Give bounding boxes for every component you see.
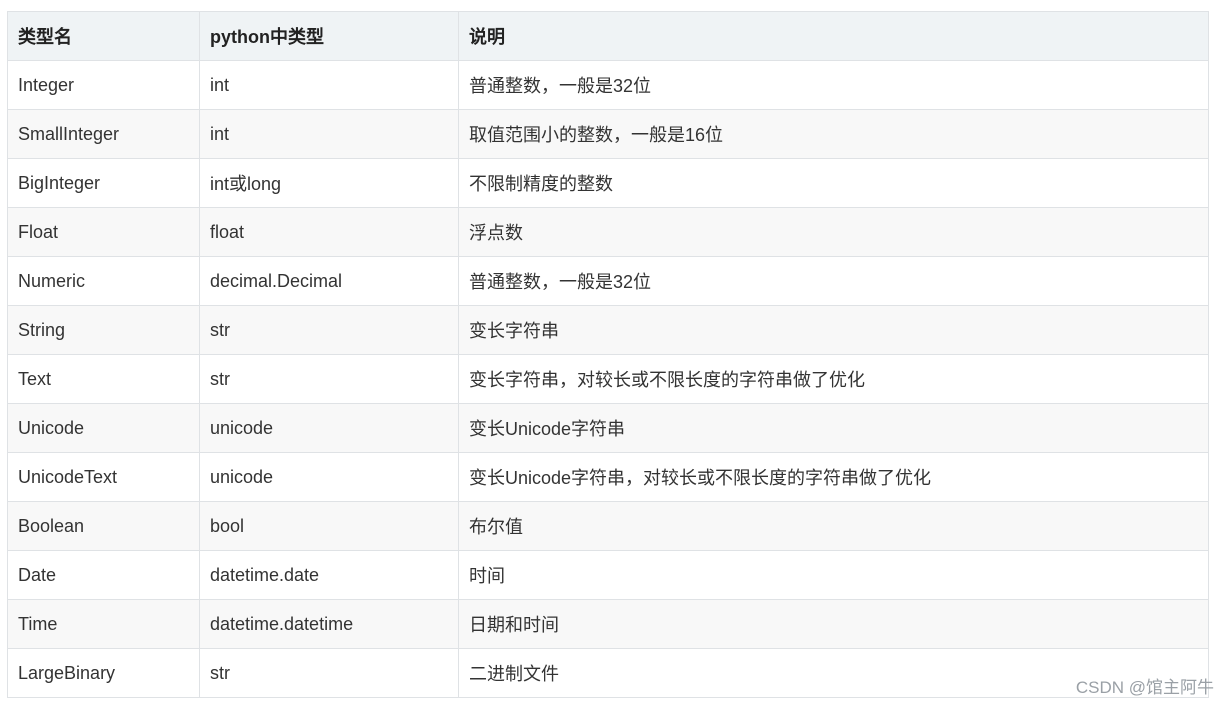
cell-python-type: float (199, 207, 459, 257)
cell-type-name: Boolean (7, 501, 200, 551)
cell-description: 布尔值 (458, 501, 1209, 551)
cell-type-name: Text (7, 354, 200, 404)
type-table-container: 类型名 python中类型 说明 Integer int 普通整数，一般是32位… (7, 11, 1209, 698)
header-description: 说明 (458, 11, 1209, 61)
header-row: 类型名 python中类型 说明 (7, 11, 1209, 61)
cell-type-name: Float (7, 207, 200, 257)
type-table: 类型名 python中类型 说明 Integer int 普通整数，一般是32位… (7, 11, 1209, 698)
cell-python-type: datetime.date (199, 550, 459, 600)
cell-python-type: unicode (199, 452, 459, 502)
cell-description: 变长字符串 (458, 305, 1209, 355)
cell-type-name: LargeBinary (7, 648, 200, 698)
cell-python-type: int或long (199, 158, 459, 208)
cell-python-type: datetime.datetime (199, 599, 459, 649)
header-python-type: python中类型 (199, 11, 459, 61)
table-row: SmallInteger int 取值范围小的整数，一般是16位 (7, 109, 1209, 159)
table-row: Time datetime.datetime 日期和时间 (7, 599, 1209, 649)
cell-python-type: str (199, 354, 459, 404)
cell-python-type: unicode (199, 403, 459, 453)
cell-description: 普通整数，一般是32位 (458, 256, 1209, 306)
table-row: String str 变长字符串 (7, 305, 1209, 355)
cell-type-name: Numeric (7, 256, 200, 306)
table-row: Float float 浮点数 (7, 207, 1209, 257)
cell-description: 变长字符串，对较长或不限长度的字符串做了优化 (458, 354, 1209, 404)
cell-python-type: str (199, 648, 459, 698)
cell-python-type: int (199, 109, 459, 159)
table-row: Boolean bool 布尔值 (7, 501, 1209, 551)
cell-type-name: Date (7, 550, 200, 600)
cell-description: 变长Unicode字符串，对较长或不限长度的字符串做了优化 (458, 452, 1209, 502)
table-row: Numeric decimal.Decimal 普通整数，一般是32位 (7, 256, 1209, 306)
cell-description: 普通整数，一般是32位 (458, 60, 1209, 110)
cell-type-name: Time (7, 599, 200, 649)
cell-python-type: decimal.Decimal (199, 256, 459, 306)
cell-python-type: str (199, 305, 459, 355)
cell-python-type: bool (199, 501, 459, 551)
table-row: UnicodeText unicode 变长Unicode字符串，对较长或不限长… (7, 452, 1209, 502)
csdn-watermark: CSDN @馆主阿牛 (1075, 678, 1214, 697)
cell-description: 时间 (458, 550, 1209, 600)
cell-description: 浮点数 (458, 207, 1209, 257)
cell-type-name: String (7, 305, 200, 355)
cell-description: 取值范围小的整数，一般是16位 (458, 109, 1209, 159)
cell-python-type: int (199, 60, 459, 110)
cell-type-name: Unicode (7, 403, 200, 453)
table-row: LargeBinary str 二进制文件 (7, 648, 1209, 698)
table-header: 类型名 python中类型 说明 (7, 11, 1209, 61)
cell-type-name: Integer (7, 60, 200, 110)
header-type-name: 类型名 (7, 11, 200, 61)
cell-type-name: SmallInteger (7, 109, 200, 159)
table-row: Unicode unicode 变长Unicode字符串 (7, 403, 1209, 453)
table-row: BigInteger int或long 不限制精度的整数 (7, 158, 1209, 208)
table-row: Integer int 普通整数，一般是32位 (7, 60, 1209, 110)
table-row: Text str 变长字符串，对较长或不限长度的字符串做了优化 (7, 354, 1209, 404)
cell-type-name: UnicodeText (7, 452, 200, 502)
cell-description: 变长Unicode字符串 (458, 403, 1209, 453)
table-body: Integer int 普通整数，一般是32位 SmallInteger int… (7, 60, 1209, 698)
cell-type-name: BigInteger (7, 158, 200, 208)
cell-description: 日期和时间 (458, 599, 1209, 649)
table-row: Date datetime.date 时间 (7, 550, 1209, 600)
cell-description: 不限制精度的整数 (458, 158, 1209, 208)
